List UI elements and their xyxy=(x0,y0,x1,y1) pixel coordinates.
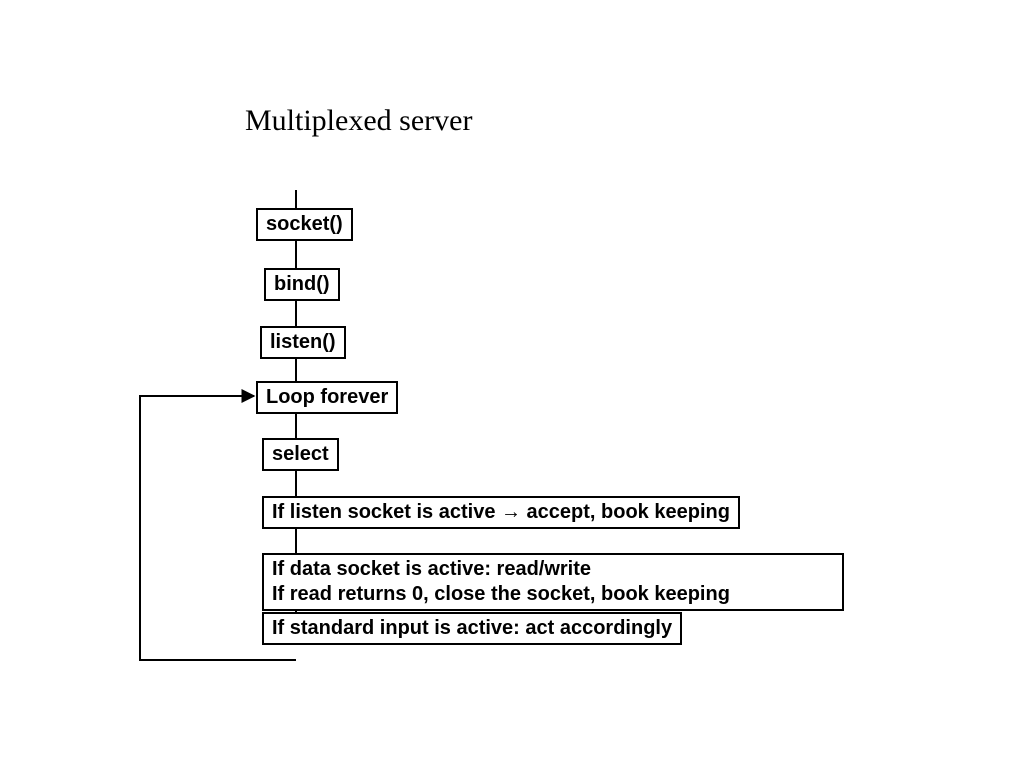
node-select: select xyxy=(262,438,339,471)
connectors-layer xyxy=(0,0,1024,768)
node-data-line1: If data socket is active: read/write xyxy=(272,558,591,580)
node-data-line2: If read returns 0, close the socket, boo… xyxy=(272,583,730,605)
node-listen: listen() xyxy=(260,326,346,359)
node-bind: bind() xyxy=(264,268,340,301)
node-loop-forever: Loop forever xyxy=(256,381,398,414)
diagram-title: Multiplexed server xyxy=(245,104,472,138)
node-accept: If listen socket is active → accept, boo… xyxy=(262,496,740,529)
node-stdin: If standard input is active: act accordi… xyxy=(262,612,682,645)
node-socket: socket() xyxy=(256,208,353,241)
node-data-socket: If data socket is active: read/write If … xyxy=(262,553,844,611)
